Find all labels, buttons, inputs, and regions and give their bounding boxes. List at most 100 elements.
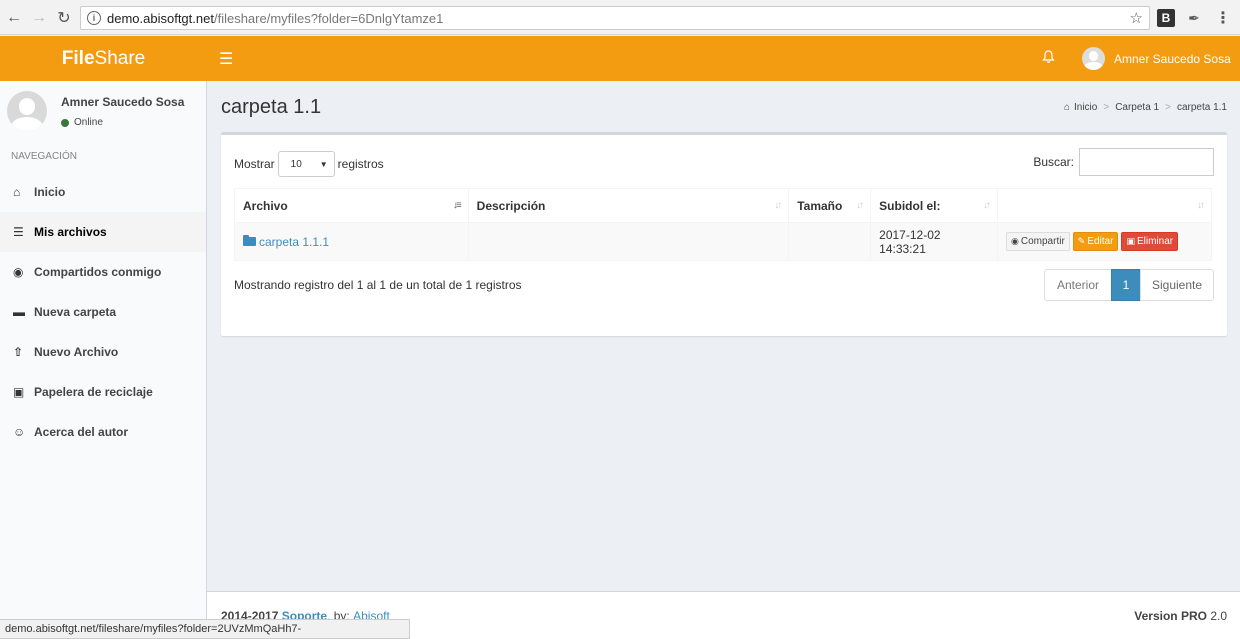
col-archivo[interactable]: Archivo ↓≡ [234,188,469,223]
header-avatar[interactable] [1082,47,1105,70]
breadcrumb-item-carpeta-1[interactable]: Carpeta 1 [1115,102,1159,113]
col-descripcion[interactable]: Descripción ↓↑ [467,188,790,223]
share-button[interactable]: ◉ Compartir [1006,232,1070,251]
breadcrumb-item-current: carpeta 1.1 [1176,102,1227,113]
search-input[interactable] [1079,148,1214,176]
forward-icon[interactable]: → [26,5,52,31]
edit-label: Editar [1087,236,1114,247]
logo[interactable]: FileShare [0,48,207,70]
page-size-value: 10 [290,158,302,170]
bell-icon[interactable] [1042,50,1055,67]
files-table: Archivo ↓≡ Descripción ↓↑ Tamaño ↓↑ Subidol… [234,188,1212,261]
avatar [7,91,47,131]
sidebar-item-nueva-carpeta[interactable]: ▬ Nueva carpeta [0,292,206,332]
sidebar-item-inicio[interactable]: ⌂ Inicio [0,172,206,212]
sidebar-item-mis-archivos[interactable]: ☰ Mis archivos [0,212,206,252]
prev-page-button[interactable]: Anterior [1044,269,1112,301]
sidebar-toggle-icon[interactable]: ☰ [219,49,233,69]
status-dot-icon [61,118,69,127]
home-icon: ⌂ [13,185,21,199]
globe-icon: ◉ [13,265,24,279]
col-acciones[interactable]: ↓↑ [997,188,1212,223]
sidebar: Amner Saucedo Sosa Online NAVEGACIÓN ⌂ In… [0,81,207,639]
browser-menu-icon[interactable]: ⋮ [1214,9,1232,27]
version-number: 2.0 [1210,609,1227,623]
app-header: FileShare ☰ Amner Saucedo Sosa [0,36,1240,81]
sidebar-item-label: Nuevo Archivo [34,345,119,359]
info-icon[interactable]: i [87,11,101,25]
content-header: carpeta 1.1 ⌂ Inicio > Carpeta 1 > carpe… [221,94,1227,124]
header-user-name[interactable]: Amner Saucedo Sosa [1114,52,1231,66]
files-box: Mostrar 10 ▼ registros Buscar: Archivo ↓≡ … [221,132,1227,336]
eyedropper-icon[interactable]: ✒ [1185,9,1203,27]
breadcrumb: ⌂ Inicio > Carpeta 1 > carpeta 1.1 [1064,102,1227,113]
logo-bold: File [61,47,95,69]
browser-status-bar: demo.abisoftgt.net/fileshare/myfiles?fol… [0,619,410,639]
trash-icon: ▣ [1126,236,1135,246]
sidebar-item-papelera[interactable]: ▣ Papelera de reciclaje [0,372,206,412]
page-size-select[interactable]: 10 ▼ [277,151,335,177]
page-title: carpeta 1.1 [221,96,322,118]
cell-tamano [788,222,872,261]
pagination: Anterior 1 Siguiente [1044,269,1214,301]
col-tamano[interactable]: Tamaño ↓↑ [788,188,872,223]
search-label: Buscar: [1033,155,1074,169]
col-label: Tamaño [797,198,843,213]
delete-button[interactable]: ▣ Eliminar [1121,232,1179,251]
page-1-button[interactable]: 1 [1111,269,1141,301]
status-text: Online [74,117,103,128]
show-label: Mostrar [234,157,275,171]
nav-header: NAVEGACIÓN [11,151,77,162]
cell-archivo: carpeta 1.1.1 [234,222,469,261]
sort-asc-icon: ↓≡ [452,200,462,211]
version-label: Version PRO [1134,609,1207,623]
back-icon[interactable]: ← [1,5,27,31]
delete-label: Eliminar [1136,236,1174,247]
url-host: demo.abisoftgt.net [107,10,214,26]
breadcrumb-separator: > [1103,102,1110,113]
browser-toolbar: ← → ↻ i demo.abisoftgt.net/fileshare/myf… [0,0,1240,35]
address-bar[interactable]: i demo.abisoftgt.net/fileshare/myfiles?f… [80,6,1150,30]
trash-icon: ▣ [13,385,25,399]
edit-button[interactable]: ✎ Editar [1072,232,1119,251]
pencil-icon: ✎ [1077,236,1086,246]
sort-icon: ↓↑ [774,200,782,211]
col-label: Descripción [476,198,546,213]
database-icon: ☰ [13,225,24,239]
sort-icon: ↓↑ [1197,200,1205,211]
sidebar-menu: ⌂ Inicio ☰ Mis archivos ◉ Compartidos conmi… [0,172,206,452]
sidebar-item-nuevo-archivo[interactable]: ⇧ Nuevo Archivo [0,332,206,372]
next-page-button[interactable]: Siguiente [1140,269,1214,301]
col-label: Subidol el: [879,198,941,213]
cell-actions: ◉ Compartir ✎ Editar ▣ Eliminar [997,222,1212,261]
caret-down-icon: ▼ [319,159,328,169]
sort-icon: ↓↑ [983,200,991,211]
bookmark-star-icon[interactable]: ☆ [1130,9,1143,27]
col-subido[interactable]: Subidol el: ↓↑ [870,188,999,223]
sidebar-item-label: Inicio [34,185,66,199]
folder-icon [243,235,256,246]
globe-icon: ◉ [1011,236,1019,246]
page-length-control: Mostrar 10 ▼ registros [234,151,384,177]
row-actions: ◉ Compartir ✎ Editar ▣ Eliminar [1006,232,1203,251]
upload-icon: ⇧ [13,345,24,359]
home-icon: ⌂ [1063,102,1070,113]
breadcrumb-separator: > [1165,102,1171,113]
footer-version: Version PRO 2.0 [1134,609,1227,623]
user-panel: Amner Saucedo Sosa Online [0,81,206,141]
sidebar-item-acerca[interactable]: ☺ Acerca del autor [0,412,206,452]
col-label: Archivo [243,198,288,213]
sidebar-item-label: Papelera de reciclaje [34,385,153,399]
sidebar-item-label: Nueva carpeta [34,305,117,319]
folder-link[interactable]: carpeta 1.1.1 [243,235,460,249]
reload-icon[interactable]: ↻ [51,5,77,31]
sidebar-item-label: Acerca del autor [34,425,129,439]
breadcrumb-item-inicio[interactable]: Inicio [1074,102,1097,113]
records-label: registros [337,157,384,171]
extension-b-icon[interactable]: B [1157,9,1175,27]
logo-rest: Share [94,47,146,69]
share-label: Compartir [1020,236,1065,247]
sidebar-item-compartidos[interactable]: ◉ Compartidos conmigo [0,252,206,292]
table-info: Mostrando registro del 1 al 1 de un tota… [234,278,522,292]
url-path: /fileshare/myfiles?folder=6DnlgYtamze1 [213,10,444,26]
